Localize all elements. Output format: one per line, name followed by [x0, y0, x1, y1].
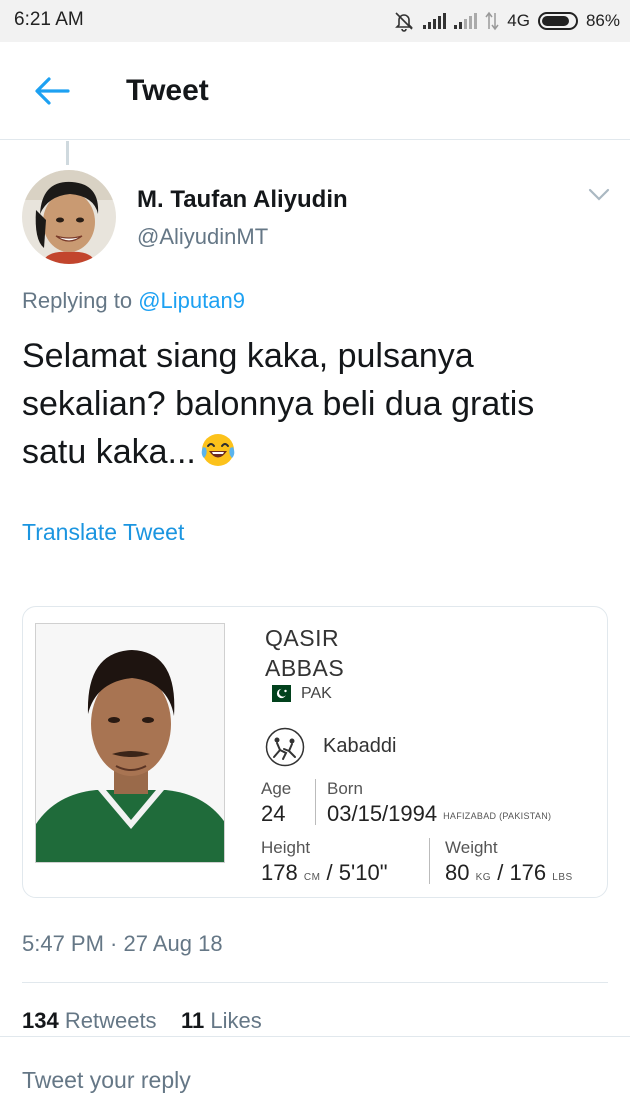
tweet-text-fragment: satu kaka... [22, 433, 196, 471]
status-icons: 4G 86% [393, 8, 620, 34]
status-bar: 6:21 AM 4G 86% [0, 0, 630, 42]
replying-to: Replying to @Liputan9 [22, 288, 245, 314]
laughing-tears-emoji-icon [201, 434, 235, 466]
age-value: 24 [261, 801, 286, 826]
born-date: 03/15/1994 [327, 801, 438, 826]
reply-composer[interactable]: Tweet your reply [0, 1036, 630, 1120]
replying-prefix: Replying to [22, 288, 133, 313]
divider [315, 779, 316, 825]
mute-bell-icon [395, 12, 414, 32]
weight-kg-unit: KG [475, 872, 492, 883]
height-feet: 5'10" [338, 860, 388, 885]
weight-separator: / [497, 860, 504, 885]
tweet-text-line: satu kaka... [22, 428, 612, 476]
weight-label: Weight [445, 838, 498, 857]
likes-count: 11 [181, 1008, 205, 1033]
height-label: Height [261, 838, 311, 857]
weight-value: 80 KG / 176 LBS [445, 860, 573, 886]
height-value: 178 CM / 5'10" [261, 860, 388, 886]
author-name[interactable]: M. Taufan Aliyudin [137, 186, 348, 214]
divider [22, 982, 608, 983]
data-icon [485, 11, 499, 31]
arrow-left-icon[interactable] [34, 76, 70, 106]
athlete-country: PAK [301, 685, 332, 702]
born-label: Born [327, 779, 363, 798]
battery-percent: 86% [585, 11, 620, 30]
retweets-label: Retweets [64, 1008, 157, 1033]
pakistan-flag-icon [265, 685, 291, 702]
tweet-timestamp: 5:47 PM · 27 Aug 18 [22, 931, 223, 956]
thread-connector [66, 141, 69, 165]
likes-label: Likes [210, 1008, 262, 1033]
avatar[interactable] [22, 170, 116, 264]
tweet-text-line: sekalian? balonnya beli dua gratis [22, 385, 535, 423]
weight-kg: 80 [445, 860, 470, 885]
athlete-photo [35, 623, 225, 863]
signal-icon [423, 13, 447, 29]
divider [429, 838, 430, 884]
network-label: 4G [507, 11, 530, 30]
tweet-text: Selamat siang kaka, pulsanya sekalian? b… [22, 332, 612, 476]
born-value: 03/15/1994 HAFIZABAD (PAKISTAN) [327, 801, 551, 827]
weight-lbs-unit: LBS [552, 872, 573, 883]
retweets-count: 134 [22, 1008, 59, 1033]
birthplace: HAFIZABAD (PAKISTAN) [443, 811, 552, 821]
signal-secondary-icon [454, 13, 478, 29]
athlete-card[interactable]: QASIR ABBAS PAK Kabaddi Age 24 Born 03/1… [22, 606, 608, 898]
chevron-down-icon[interactable] [588, 188, 610, 202]
top-app-bar: Tweet [0, 42, 630, 140]
author-handle[interactable]: @AliyudinMT [137, 224, 268, 250]
likes-stat[interactable]: 11 Likes [181, 1008, 262, 1033]
tweet-text-line: Selamat siang kaka, pulsanya [22, 337, 474, 375]
weight-lbs: 176 [509, 860, 547, 885]
athlete-first-name: QASIR [265, 625, 340, 651]
retweets-stat[interactable]: 134 Retweets [22, 1008, 157, 1033]
height-separator: / [326, 860, 333, 885]
tweet-stats: 134 Retweets 11 Likes [22, 1008, 262, 1034]
athlete-last-name: ABBAS [265, 655, 345, 681]
athlete-sport: Kabaddi [323, 735, 397, 757]
status-time: 6:21 AM [14, 9, 84, 30]
height-cm: 178 [261, 860, 298, 885]
age-label: Age [261, 779, 292, 798]
kabaddi-icon [265, 727, 305, 767]
battery-icon [537, 12, 578, 30]
reply-input[interactable]: Tweet your reply [22, 1067, 191, 1094]
page-title: Tweet [126, 74, 209, 107]
translate-tweet-link[interactable]: Translate Tweet [22, 519, 184, 546]
height-cm-unit: CM [303, 872, 321, 883]
mention-link[interactable]: @Liputan9 [138, 288, 245, 313]
